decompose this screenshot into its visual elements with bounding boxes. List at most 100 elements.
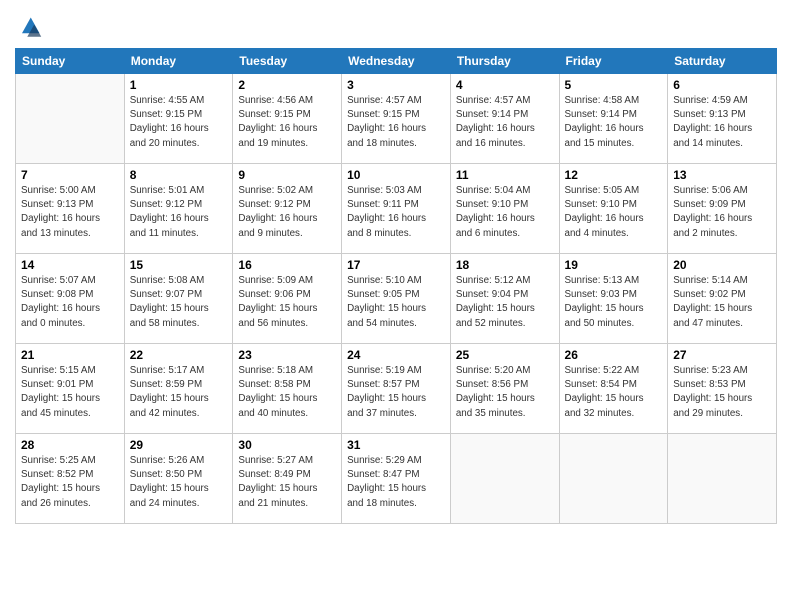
- col-header-monday: Monday: [124, 49, 233, 74]
- calendar-cell: 20 Sunrise: 5:14 AMSunset: 9:02 PMDayligh…: [668, 254, 777, 344]
- calendar-week-5: 28 Sunrise: 5:25 AMSunset: 8:52 PMDayligh…: [16, 434, 777, 524]
- day-info: Sunrise: 4:55 AMSunset: 9:15 PMDaylight:…: [130, 94, 228, 151]
- day-number: 10: [347, 168, 445, 182]
- calendar-cell: 29Sunrise: 5:26 AMSunset: 8:50 PMDayligh…: [124, 434, 233, 524]
- calendar-cell: 25Sunrise: 5:20 AMSunset: 8:56 PMDayligh…: [450, 344, 559, 434]
- calendar-cell: 26 Sunrise: 5:22 AMSunset: 8:54 PMDayligh…: [559, 344, 668, 434]
- day-number: 22: [130, 348, 228, 362]
- day-info: Sunrise: 5:08 AMSunset: 9:07 PMDaylight:…: [130, 274, 228, 331]
- calendar-cell: 2Sunrise: 4:56 AMSunset: 9:15 PMDaylight…: [233, 74, 342, 164]
- calendar-cell: 30 Sunrise: 5:27 AMSunset: 8:49 PMDayligh…: [233, 434, 342, 524]
- calendar-cell: 9 Sunrise: 5:02 AMSunset: 9:12 PMDaylight…: [233, 164, 342, 254]
- day-number: 18: [456, 258, 554, 272]
- day-info: Sunrise: 5:17 AMSunset: 8:59 PMDaylight:…: [130, 364, 228, 421]
- col-header-thursday: Thursday: [450, 49, 559, 74]
- day-info: Sunrise: 5:12 AMSunset: 9:04 PMDaylight:…: [456, 274, 554, 331]
- day-info: Sunrise: 5:27 AMSunset: 8:49 PMDaylight:…: [238, 454, 336, 511]
- calendar-cell: 3Sunrise: 4:57 AMSunset: 9:15 PMDaylight…: [342, 74, 451, 164]
- day-number: 7: [21, 168, 119, 182]
- day-number: 17: [347, 258, 445, 272]
- day-number: 11: [456, 168, 554, 182]
- day-info: Sunrise: 5:06 AMSunset: 9:09 PMDaylight:…: [673, 184, 771, 241]
- day-number: 31: [347, 438, 445, 452]
- calendar-cell: 28 Sunrise: 5:25 AMSunset: 8:52 PMDayligh…: [16, 434, 125, 524]
- day-info: Sunrise: 5:23 AMSunset: 8:53 PMDaylight:…: [673, 364, 771, 421]
- calendar-cell: 18 Sunrise: 5:12 AMSunset: 9:04 PMDayligh…: [450, 254, 559, 344]
- main-container: SundayMondayTuesdayWednesdayThursdayFrid…: [0, 0, 792, 534]
- day-info: Sunrise: 5:07 AMSunset: 9:08 PMDaylight:…: [21, 274, 119, 331]
- day-number: 4: [456, 78, 554, 92]
- header-row: SundayMondayTuesdayWednesdayThursdayFrid…: [16, 49, 777, 74]
- calendar-cell: 21 Sunrise: 5:15 AMSunset: 9:01 PMDayligh…: [16, 344, 125, 434]
- day-info: Sunrise: 5:01 AMSunset: 9:12 PMDaylight:…: [130, 184, 228, 241]
- day-info: Sunrise: 5:04 AMSunset: 9:10 PMDaylight:…: [456, 184, 554, 241]
- calendar-table: SundayMondayTuesdayWednesdayThursdayFrid…: [15, 48, 777, 524]
- calendar-cell: 11 Sunrise: 5:04 AMSunset: 9:10 PMDayligh…: [450, 164, 559, 254]
- calendar-cell: [450, 434, 559, 524]
- calendar-cell: [16, 74, 125, 164]
- day-number: 13: [673, 168, 771, 182]
- calendar-cell: 10 Sunrise: 5:03 AMSunset: 9:11 PMDayligh…: [342, 164, 451, 254]
- col-header-saturday: Saturday: [668, 49, 777, 74]
- day-info: Sunrise: 5:22 AMSunset: 8:54 PMDaylight:…: [565, 364, 663, 421]
- day-info: Sunrise: 5:02 AMSunset: 9:12 PMDaylight:…: [238, 184, 336, 241]
- day-info: Sunrise: 4:56 AMSunset: 9:15 PMDaylight:…: [238, 94, 336, 151]
- day-info: Sunrise: 5:19 AMSunset: 8:57 PMDaylight:…: [347, 364, 445, 421]
- day-number: 6: [673, 78, 771, 92]
- calendar-cell: 7 Sunrise: 5:00 AMSunset: 9:13 PMDaylight…: [16, 164, 125, 254]
- day-info: Sunrise: 5:10 AMSunset: 9:05 PMDaylight:…: [347, 274, 445, 331]
- calendar-cell: 13 Sunrise: 5:06 AMSunset: 9:09 PMDayligh…: [668, 164, 777, 254]
- day-number: 24: [347, 348, 445, 362]
- calendar-cell: 16Sunrise: 5:09 AMSunset: 9:06 PMDayligh…: [233, 254, 342, 344]
- calendar-cell: 8 Sunrise: 5:01 AMSunset: 9:12 PMDaylight…: [124, 164, 233, 254]
- calendar-cell: [559, 434, 668, 524]
- day-number: 21: [21, 348, 119, 362]
- calendar-cell: 1Sunrise: 4:55 AMSunset: 9:15 PMDaylight…: [124, 74, 233, 164]
- calendar-week-4: 21 Sunrise: 5:15 AMSunset: 9:01 PMDayligh…: [16, 344, 777, 434]
- col-header-wednesday: Wednesday: [342, 49, 451, 74]
- day-number: 29: [130, 438, 228, 452]
- calendar-cell: 14 Sunrise: 5:07 AMSunset: 9:08 PMDayligh…: [16, 254, 125, 344]
- calendar-cell: 17 Sunrise: 5:10 AMSunset: 9:05 PMDayligh…: [342, 254, 451, 344]
- calendar-cell: 27Sunrise: 5:23 AMSunset: 8:53 PMDayligh…: [668, 344, 777, 434]
- calendar-cell: 22 Sunrise: 5:17 AMSunset: 8:59 PMDayligh…: [124, 344, 233, 434]
- calendar-week-3: 14 Sunrise: 5:07 AMSunset: 9:08 PMDayligh…: [16, 254, 777, 344]
- day-number: 26: [565, 348, 663, 362]
- day-info: Sunrise: 4:57 AMSunset: 9:14 PMDaylight:…: [456, 94, 554, 151]
- day-info: Sunrise: 5:00 AMSunset: 9:13 PMDaylight:…: [21, 184, 119, 241]
- calendar-cell: 24 Sunrise: 5:19 AMSunset: 8:57 PMDayligh…: [342, 344, 451, 434]
- calendar-cell: 31Sunrise: 5:29 AMSunset: 8:47 PMDayligh…: [342, 434, 451, 524]
- col-header-tuesday: Tuesday: [233, 49, 342, 74]
- day-number: 30: [238, 438, 336, 452]
- day-number: 9: [238, 168, 336, 182]
- header-area: [15, 10, 777, 42]
- calendar-week-1: 1Sunrise: 4:55 AMSunset: 9:15 PMDaylight…: [16, 74, 777, 164]
- day-number: 25: [456, 348, 554, 362]
- day-info: Sunrise: 5:09 AMSunset: 9:06 PMDaylight:…: [238, 274, 336, 331]
- day-number: 23: [238, 348, 336, 362]
- calendar-cell: [668, 434, 777, 524]
- calendar-cell: 4 Sunrise: 4:57 AMSunset: 9:14 PMDaylight…: [450, 74, 559, 164]
- calendar-cell: 19Sunrise: 5:13 AMSunset: 9:03 PMDayligh…: [559, 254, 668, 344]
- calendar-cell: 12Sunrise: 5:05 AMSunset: 9:10 PMDayligh…: [559, 164, 668, 254]
- calendar-cell: 6 Sunrise: 4:59 AMSunset: 9:13 PMDaylight…: [668, 74, 777, 164]
- calendar-body: 1Sunrise: 4:55 AMSunset: 9:15 PMDaylight…: [16, 74, 777, 524]
- day-number: 5: [565, 78, 663, 92]
- col-header-sunday: Sunday: [16, 49, 125, 74]
- day-number: 28: [21, 438, 119, 452]
- day-info: Sunrise: 5:25 AMSunset: 8:52 PMDaylight:…: [21, 454, 119, 511]
- logo: [15, 14, 45, 42]
- day-info: Sunrise: 4:59 AMSunset: 9:13 PMDaylight:…: [673, 94, 771, 151]
- day-number: 20: [673, 258, 771, 272]
- day-info: Sunrise: 5:03 AMSunset: 9:11 PMDaylight:…: [347, 184, 445, 241]
- day-number: 3: [347, 78, 445, 92]
- day-info: Sunrise: 5:18 AMSunset: 8:58 PMDaylight:…: [238, 364, 336, 421]
- calendar-week-2: 7 Sunrise: 5:00 AMSunset: 9:13 PMDaylight…: [16, 164, 777, 254]
- calendar-cell: 23 Sunrise: 5:18 AMSunset: 8:58 PMDayligh…: [233, 344, 342, 434]
- day-info: Sunrise: 5:15 AMSunset: 9:01 PMDaylight:…: [21, 364, 119, 421]
- day-number: 8: [130, 168, 228, 182]
- day-number: 14: [21, 258, 119, 272]
- logo-icon: [15, 14, 43, 42]
- calendar-cell: 5Sunrise: 4:58 AMSunset: 9:14 PMDaylight…: [559, 74, 668, 164]
- day-info: Sunrise: 5:14 AMSunset: 9:02 PMDaylight:…: [673, 274, 771, 331]
